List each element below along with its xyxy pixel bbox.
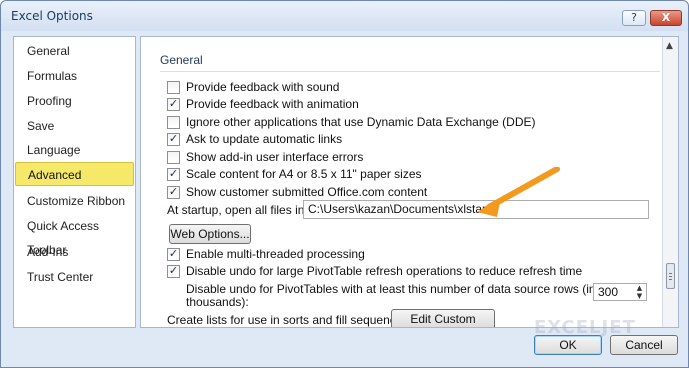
- checkbox-disable-undo-pivot[interactable]: ✓: [167, 265, 180, 278]
- undo-rows-label-continued: thousands):: [186, 295, 249, 309]
- option-label: Provide feedback with sound: [186, 80, 340, 94]
- checkbox-feedback-animation[interactable]: ✓: [167, 98, 180, 111]
- spin-up-icon[interactable]: ▲: [634, 285, 645, 292]
- content-scrollbar[interactable]: ▲: [662, 37, 678, 327]
- advanced-options-panel: General Provide feedback with sound ✓ Pr…: [140, 36, 679, 328]
- web-options-button[interactable]: Web Options...: [169, 224, 251, 244]
- ok-button[interactable]: OK: [534, 335, 602, 355]
- option-label: Enable multi-threaded processing: [186, 247, 365, 261]
- checkbox-update-links[interactable]: ✓: [167, 133, 180, 146]
- checkbox-feedback-sound[interactable]: [167, 81, 180, 94]
- checkbox-scale-content[interactable]: ✓: [167, 168, 180, 181]
- sidebar-item-customize-ribbon[interactable]: Customize Ribbon: [15, 189, 134, 213]
- help-button[interactable]: ?: [622, 10, 646, 26]
- close-button[interactable]: X: [650, 10, 682, 26]
- checkbox-addin-errors[interactable]: [167, 151, 180, 164]
- checkbox-multithreaded[interactable]: ✓: [167, 248, 180, 261]
- sidebar-item-quick-access-toolbar[interactable]: Quick Access Toolbar: [15, 214, 134, 257]
- sidebar-item-proofing[interactable]: Proofing: [15, 89, 134, 113]
- option-label: Provide feedback with animation: [186, 97, 359, 111]
- triangle-up-icon[interactable]: ▲: [666, 41, 673, 51]
- checkbox-office-content[interactable]: ✓: [167, 186, 180, 199]
- sidebar-item-add-ins[interactable]: Add-Ins: [15, 240, 134, 264]
- option-label: Disable undo for large PivotTable refres…: [186, 264, 583, 278]
- scroll-thumb[interactable]: [666, 263, 675, 289]
- section-divider: [160, 71, 660, 72]
- sidebar-item-language[interactable]: Language: [15, 138, 134, 162]
- undo-rows-label: Disable undo for PivotTables with at lea…: [186, 282, 596, 296]
- option-label: Scale content for A4 or 8.5 x 11" paper …: [186, 167, 422, 181]
- cancel-button[interactable]: Cancel: [610, 335, 678, 355]
- sidebar-item-formulas[interactable]: Formulas: [15, 64, 134, 88]
- section-title-general: General: [160, 53, 203, 67]
- grip-line: [669, 276, 672, 277]
- sidebar-item-general[interactable]: General: [15, 39, 134, 63]
- option-label: Ask to update automatic links: [186, 132, 343, 146]
- option-label: Ignore other applications that use Dynam…: [186, 115, 536, 129]
- sidebar-item-save[interactable]: Save: [15, 114, 134, 138]
- startup-folder-input[interactable]: C:\Users\kazan\Documents\xlstart: [303, 200, 649, 219]
- startup-folder-label: At startup, open all files in:: [167, 203, 308, 217]
- grip-line: [669, 279, 672, 280]
- options-sidebar: General Formulas Proofing Save Language …: [13, 36, 136, 328]
- undo-rows-value: 300: [598, 285, 619, 299]
- dialog-title: Excel Options: [11, 9, 93, 23]
- excel-options-dialog: Excel Options ? X General Formulas Proof…: [0, 0, 689, 368]
- title-bar: Excel Options ? X: [1, 1, 688, 31]
- sidebar-item-advanced[interactable]: Advanced: [15, 162, 134, 186]
- spin-down-icon[interactable]: ▼: [634, 293, 645, 300]
- checkbox-ignore-dde[interactable]: [167, 116, 180, 129]
- option-label: Show add-in user interface errors: [186, 150, 364, 164]
- sidebar-item-trust-center[interactable]: Trust Center: [15, 265, 134, 289]
- edit-custom-lists-button[interactable]: Edit Custom Lists...: [391, 309, 495, 327]
- grip-line: [669, 273, 672, 274]
- undo-rows-stepper[interactable]: 300 ▲ ▼: [593, 283, 647, 301]
- option-label: Show customer submitted Office.com conte…: [186, 185, 428, 199]
- custom-lists-label: Create lists for use in sorts and fill s…: [167, 313, 412, 327]
